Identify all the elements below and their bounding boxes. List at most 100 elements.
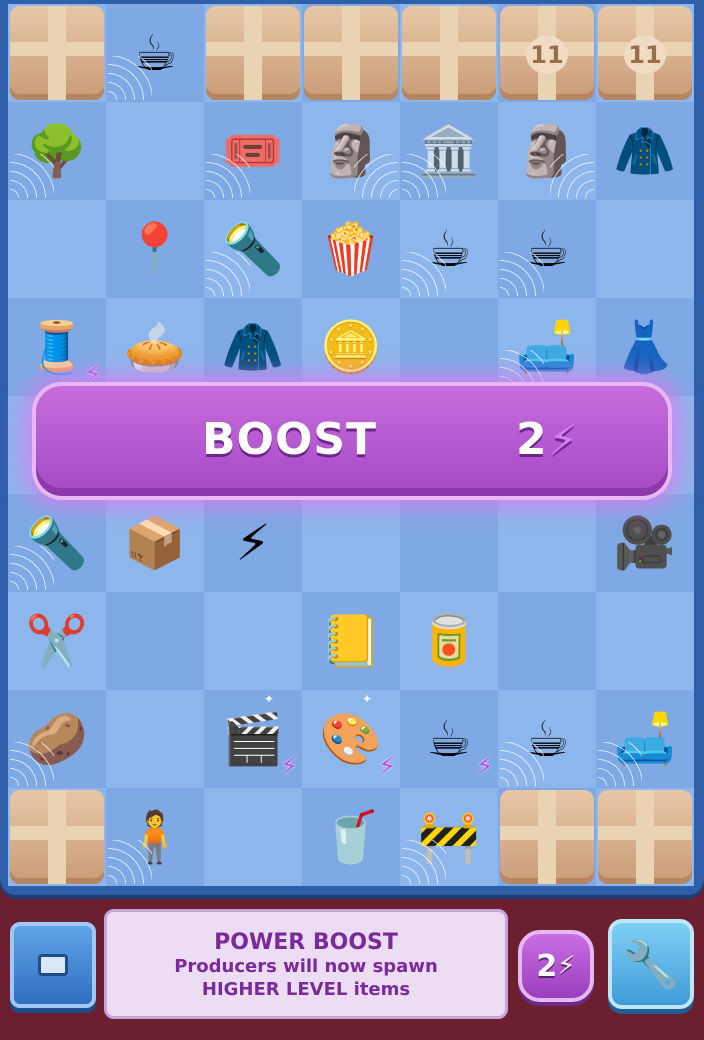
board-cell[interactable]: 🧥 xyxy=(596,102,694,200)
board-cell[interactable]: 🔦 xyxy=(204,200,302,298)
board-cell[interactable] xyxy=(204,788,302,886)
merge-item-icon[interactable]: 🧥 xyxy=(614,126,676,176)
crate-box[interactable] xyxy=(402,6,496,100)
board-cell[interactable] xyxy=(596,788,694,886)
board-cell[interactable]: ✂️ xyxy=(8,592,106,690)
merge-item-icon[interactable]: 🛋️ xyxy=(614,714,676,764)
merge-item-icon[interactable]: 🔦 xyxy=(222,224,284,274)
board-cell[interactable]: 11 xyxy=(498,4,596,102)
merge-item-icon[interactable]: 🥔 xyxy=(26,714,88,764)
board-cell[interactable] xyxy=(498,494,596,592)
merge-item-icon[interactable]: 📦 xyxy=(124,518,186,568)
board-cell[interactable]: 11 xyxy=(596,4,694,102)
level-badge: 11 xyxy=(526,36,568,74)
merge-item-icon[interactable]: 🗿 xyxy=(320,126,382,176)
board-cell[interactable]: 🗿 xyxy=(302,102,400,200)
crate-box[interactable] xyxy=(10,790,104,884)
merge-item-icon[interactable]: 🧥 xyxy=(222,322,284,372)
board-cell[interactable]: ☕ xyxy=(400,200,498,298)
drill-tool-button[interactable]: 🔧 xyxy=(608,919,694,1009)
merge-item-icon[interactable]: 🛋️ xyxy=(516,322,578,372)
board-cell[interactable]: ☕ xyxy=(498,200,596,298)
board-cell[interactable]: 🎥 xyxy=(596,494,694,592)
merge-item-icon[interactable]: 🏛️ xyxy=(418,126,480,176)
energy-bolt-icon: ⚡ xyxy=(548,415,579,464)
merge-item-icon[interactable]: 🥫 xyxy=(418,616,480,666)
merge-item-icon[interactable]: ☕ xyxy=(525,714,570,764)
board-cell[interactable]: 🥫 xyxy=(400,592,498,690)
board-cell[interactable] xyxy=(302,494,400,592)
crate-box[interactable] xyxy=(304,6,398,100)
board-cell[interactable] xyxy=(8,788,106,886)
board-cell[interactable]: 🥤 xyxy=(302,788,400,886)
merge-item-icon[interactable]: 🎟️ xyxy=(222,126,284,176)
sparkle-icon: ✦ xyxy=(264,692,275,706)
crate-box[interactable] xyxy=(10,6,104,100)
merge-item-icon[interactable]: 🪙 xyxy=(320,322,382,372)
merge-item-icon[interactable]: ☕ xyxy=(427,714,472,764)
merge-item-icon[interactable]: ☕ xyxy=(427,224,472,274)
storage-chest-button[interactable] xyxy=(10,922,96,1008)
board-cell[interactable]: 🎬 ⚡ ✦ xyxy=(204,690,302,788)
crate-box[interactable]: 11 xyxy=(598,6,692,100)
merge-item-icon[interactable]: 📒 xyxy=(320,616,382,666)
board-cell[interactable]: 📒 xyxy=(302,592,400,690)
merge-item-icon[interactable]: 👗 xyxy=(614,322,676,372)
board-cell[interactable] xyxy=(106,592,204,690)
merge-item-icon[interactable]: ⚡ xyxy=(235,518,270,568)
board-cell[interactable] xyxy=(204,592,302,690)
merge-item-icon[interactable]: ✂️ xyxy=(26,616,88,666)
merge-item-icon[interactable]: ☕ xyxy=(525,224,570,274)
crate-box[interactable]: 11 xyxy=(500,6,594,100)
board-cell[interactable] xyxy=(8,4,106,102)
energy-bolt-icon: ⚡ xyxy=(557,951,576,981)
merge-item-icon[interactable]: 📍 xyxy=(124,224,186,274)
board-cell[interactable]: 🎟️ xyxy=(204,102,302,200)
board-cell[interactable] xyxy=(400,4,498,102)
board-cell[interactable] xyxy=(400,494,498,592)
merge-item-icon[interactable]: 🎨 xyxy=(320,714,382,764)
board-cell[interactable]: ☕ xyxy=(106,4,204,102)
crate-box[interactable] xyxy=(500,790,594,884)
board-cell[interactable]: ☕ ⚡ xyxy=(400,690,498,788)
board-cell[interactable] xyxy=(106,690,204,788)
board-cell[interactable]: 🏛️ xyxy=(400,102,498,200)
merge-item-icon[interactable]: 🍿 xyxy=(320,224,382,274)
board-cell[interactable] xyxy=(106,102,204,200)
merge-item-icon[interactable]: 🧵 xyxy=(26,322,88,372)
board-cell[interactable] xyxy=(302,4,400,102)
board-cell[interactable] xyxy=(8,200,106,298)
board-cell[interactable] xyxy=(204,4,302,102)
merge-item-icon[interactable]: 🥤 xyxy=(320,812,382,862)
board-cell[interactable]: 🥔 xyxy=(8,690,106,788)
merge-item-icon[interactable]: ☕ xyxy=(133,28,178,78)
merge-item-icon[interactable]: 🌳 xyxy=(26,126,88,176)
board-cell[interactable]: 🚧 xyxy=(400,788,498,886)
merge-item-icon[interactable]: 🗿 xyxy=(516,126,578,176)
board-cell[interactable] xyxy=(498,788,596,886)
merge-item-icon[interactable]: 🎬 xyxy=(222,714,284,764)
board-cell[interactable]: 🍿 xyxy=(302,200,400,298)
board-cell[interactable] xyxy=(596,200,694,298)
board-cell[interactable]: 📍 xyxy=(106,200,204,298)
merge-item-icon[interactable]: 🎥 xyxy=(614,518,676,568)
board-cell[interactable]: 🧍 xyxy=(106,788,204,886)
merge-item-icon[interactable]: 🔦 xyxy=(26,518,88,568)
crate-box[interactable] xyxy=(206,6,300,100)
board-cell[interactable] xyxy=(498,592,596,690)
board-cell[interactable] xyxy=(596,592,694,690)
merge-item-icon[interactable]: 🥧 xyxy=(124,322,186,372)
board-cell[interactable]: 🎨 ⚡ ✦ xyxy=(302,690,400,788)
power-boost-button[interactable]: 2 ⚡ xyxy=(518,930,594,1002)
board-cell[interactable]: 🌳 xyxy=(8,102,106,200)
merge-item-icon[interactable]: 🚧 xyxy=(418,812,480,862)
crate-box[interactable] xyxy=(598,790,692,884)
board-cell[interactable]: 🔦 xyxy=(8,494,106,592)
board-cell[interactable]: ⚡ xyxy=(204,494,302,592)
merge-item-icon[interactable]: 🧍 xyxy=(124,812,186,862)
board-cell[interactable]: ☕ xyxy=(498,690,596,788)
boost-banner-button[interactable]: BOOST 2 ⚡ xyxy=(32,382,672,500)
board-cell[interactable]: 📦 xyxy=(106,494,204,592)
board-cell[interactable]: 🗿 xyxy=(498,102,596,200)
board-cell[interactable]: 🛋️ xyxy=(596,690,694,788)
